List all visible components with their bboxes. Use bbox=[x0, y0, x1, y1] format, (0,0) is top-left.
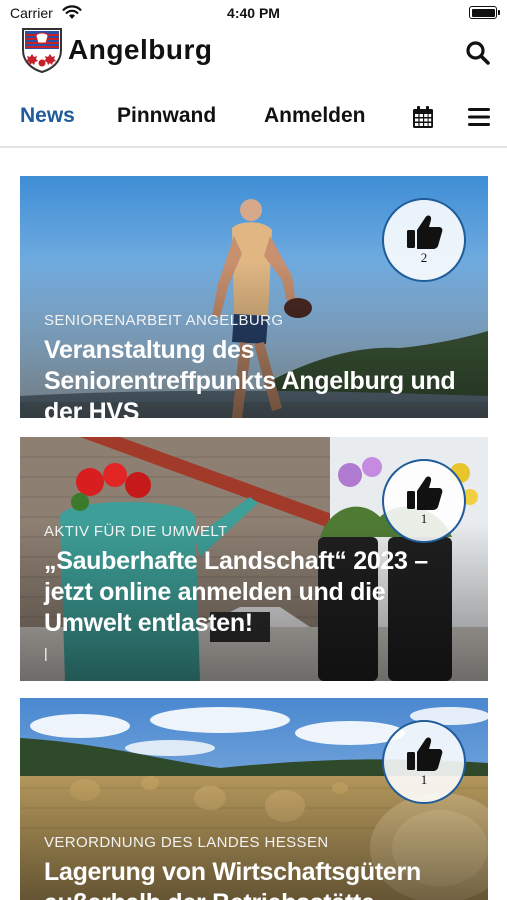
tab-news[interactable]: News bbox=[20, 104, 75, 128]
card-text: Aktiv für die Umwelt „Sauberhafte Landsc… bbox=[44, 523, 458, 661]
card-category: Aktiv für die Umwelt bbox=[44, 523, 228, 540]
news-card[interactable]: 1 Aktiv für die Umwelt „Sauberhafte Land… bbox=[20, 437, 488, 681]
search-icon[interactable] bbox=[465, 40, 491, 66]
card-title[interactable]: Veranstaltung des Seniorentreffpunkts An… bbox=[44, 335, 458, 418]
battery-icon bbox=[469, 6, 500, 19]
clock: 4:40 PM bbox=[227, 5, 280, 21]
tab-pinnwand[interactable]: Pinnwand bbox=[117, 104, 216, 128]
news-card[interactable]: 1 Verordnung des Landes Hessen Lagerung … bbox=[20, 698, 488, 900]
crest-logo[interactable] bbox=[20, 26, 64, 74]
like-count: 2 bbox=[420, 250, 428, 265]
like-button[interactable]: 1 bbox=[382, 720, 466, 804]
card-category: Seniorenarbeit Angelburg bbox=[44, 312, 284, 329]
card-text: Verordnung des Landes Hessen Lagerung vo… bbox=[44, 834, 458, 900]
app-title: Angelburg bbox=[68, 34, 213, 65]
hamburger-menu-icon[interactable] bbox=[466, 106, 492, 128]
like-button[interactable]: 2 bbox=[382, 198, 466, 282]
thumbs-up-icon bbox=[407, 476, 443, 510]
card-extra: | bbox=[44, 645, 48, 661]
calendar-icon[interactable] bbox=[410, 104, 436, 130]
tab-bar: News Pinnwand Anmelden bbox=[0, 90, 507, 148]
card-category: Verordnung des Landes Hessen bbox=[44, 834, 329, 851]
tab-anmelden[interactable]: Anmelden bbox=[264, 104, 366, 128]
thumbs-up-icon bbox=[407, 215, 443, 249]
thumbs-up-icon bbox=[407, 737, 443, 771]
status-bar: Carrier 4:40 PM bbox=[0, 0, 507, 26]
like-count: 1 bbox=[420, 772, 428, 787]
news-card[interactable]: 2 Seniorenarbeit Angelburg Veranstaltung… bbox=[20, 176, 488, 418]
card-title[interactable]: Lagerung von Wirtschaftsgütern außerhalb… bbox=[44, 857, 458, 900]
app-header: Angelburg bbox=[0, 26, 507, 78]
card-title[interactable]: „Sauberhafte Landschaft“ 2023 – jetzt on… bbox=[44, 546, 458, 639]
card-text: Seniorenarbeit Angelburg Veranstaltung d… bbox=[44, 312, 458, 418]
